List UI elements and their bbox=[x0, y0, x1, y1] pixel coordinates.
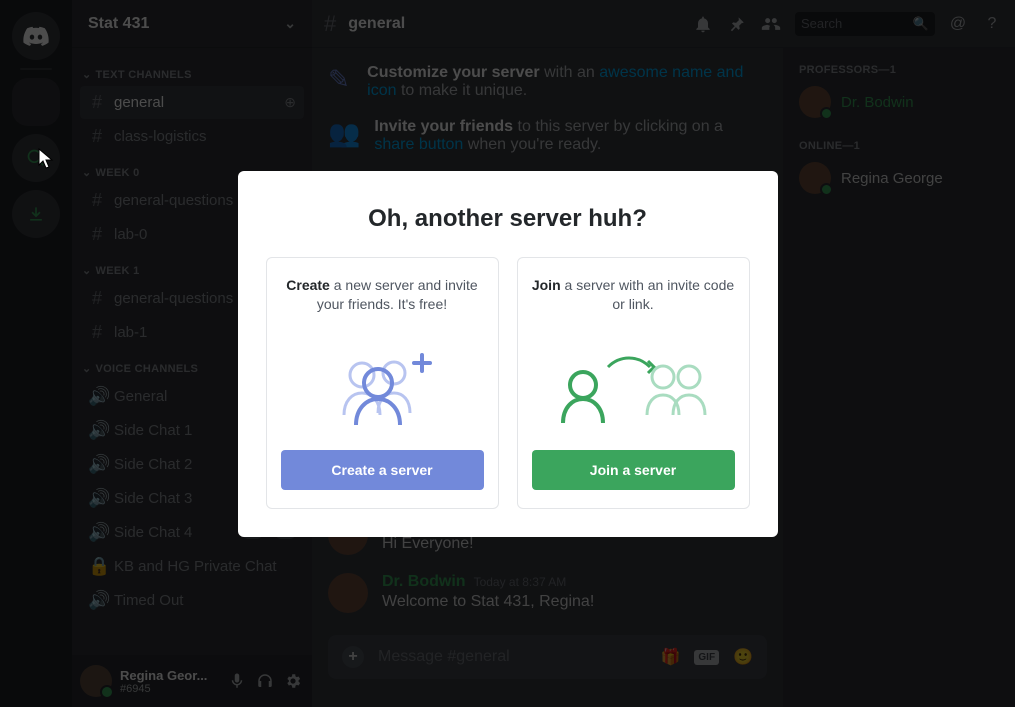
join-server-button[interactable]: Join a server bbox=[532, 450, 735, 490]
modal-backdrop[interactable]: Oh, another server huh? Create a new ser… bbox=[0, 0, 1015, 707]
create-description: Create a new server and invite your frie… bbox=[281, 276, 484, 320]
add-server-modal: Oh, another server huh? Create a new ser… bbox=[238, 171, 778, 537]
join-illustration bbox=[553, 332, 713, 432]
modal-cards: Create a new server and invite your frie… bbox=[266, 257, 750, 509]
create-card: Create a new server and invite your frie… bbox=[266, 257, 499, 509]
create-server-button[interactable]: Create a server bbox=[281, 450, 484, 490]
join-description: Join a server with an invite code or lin… bbox=[532, 276, 735, 320]
create-illustration bbox=[322, 332, 442, 432]
join-card: Join a server with an invite code or lin… bbox=[517, 257, 750, 509]
app-root: Stat 431 ⌄ ⌄TEXT CHANNELS #general⊕ #cla… bbox=[0, 0, 1015, 707]
modal-title: Oh, another server huh? bbox=[266, 205, 750, 233]
